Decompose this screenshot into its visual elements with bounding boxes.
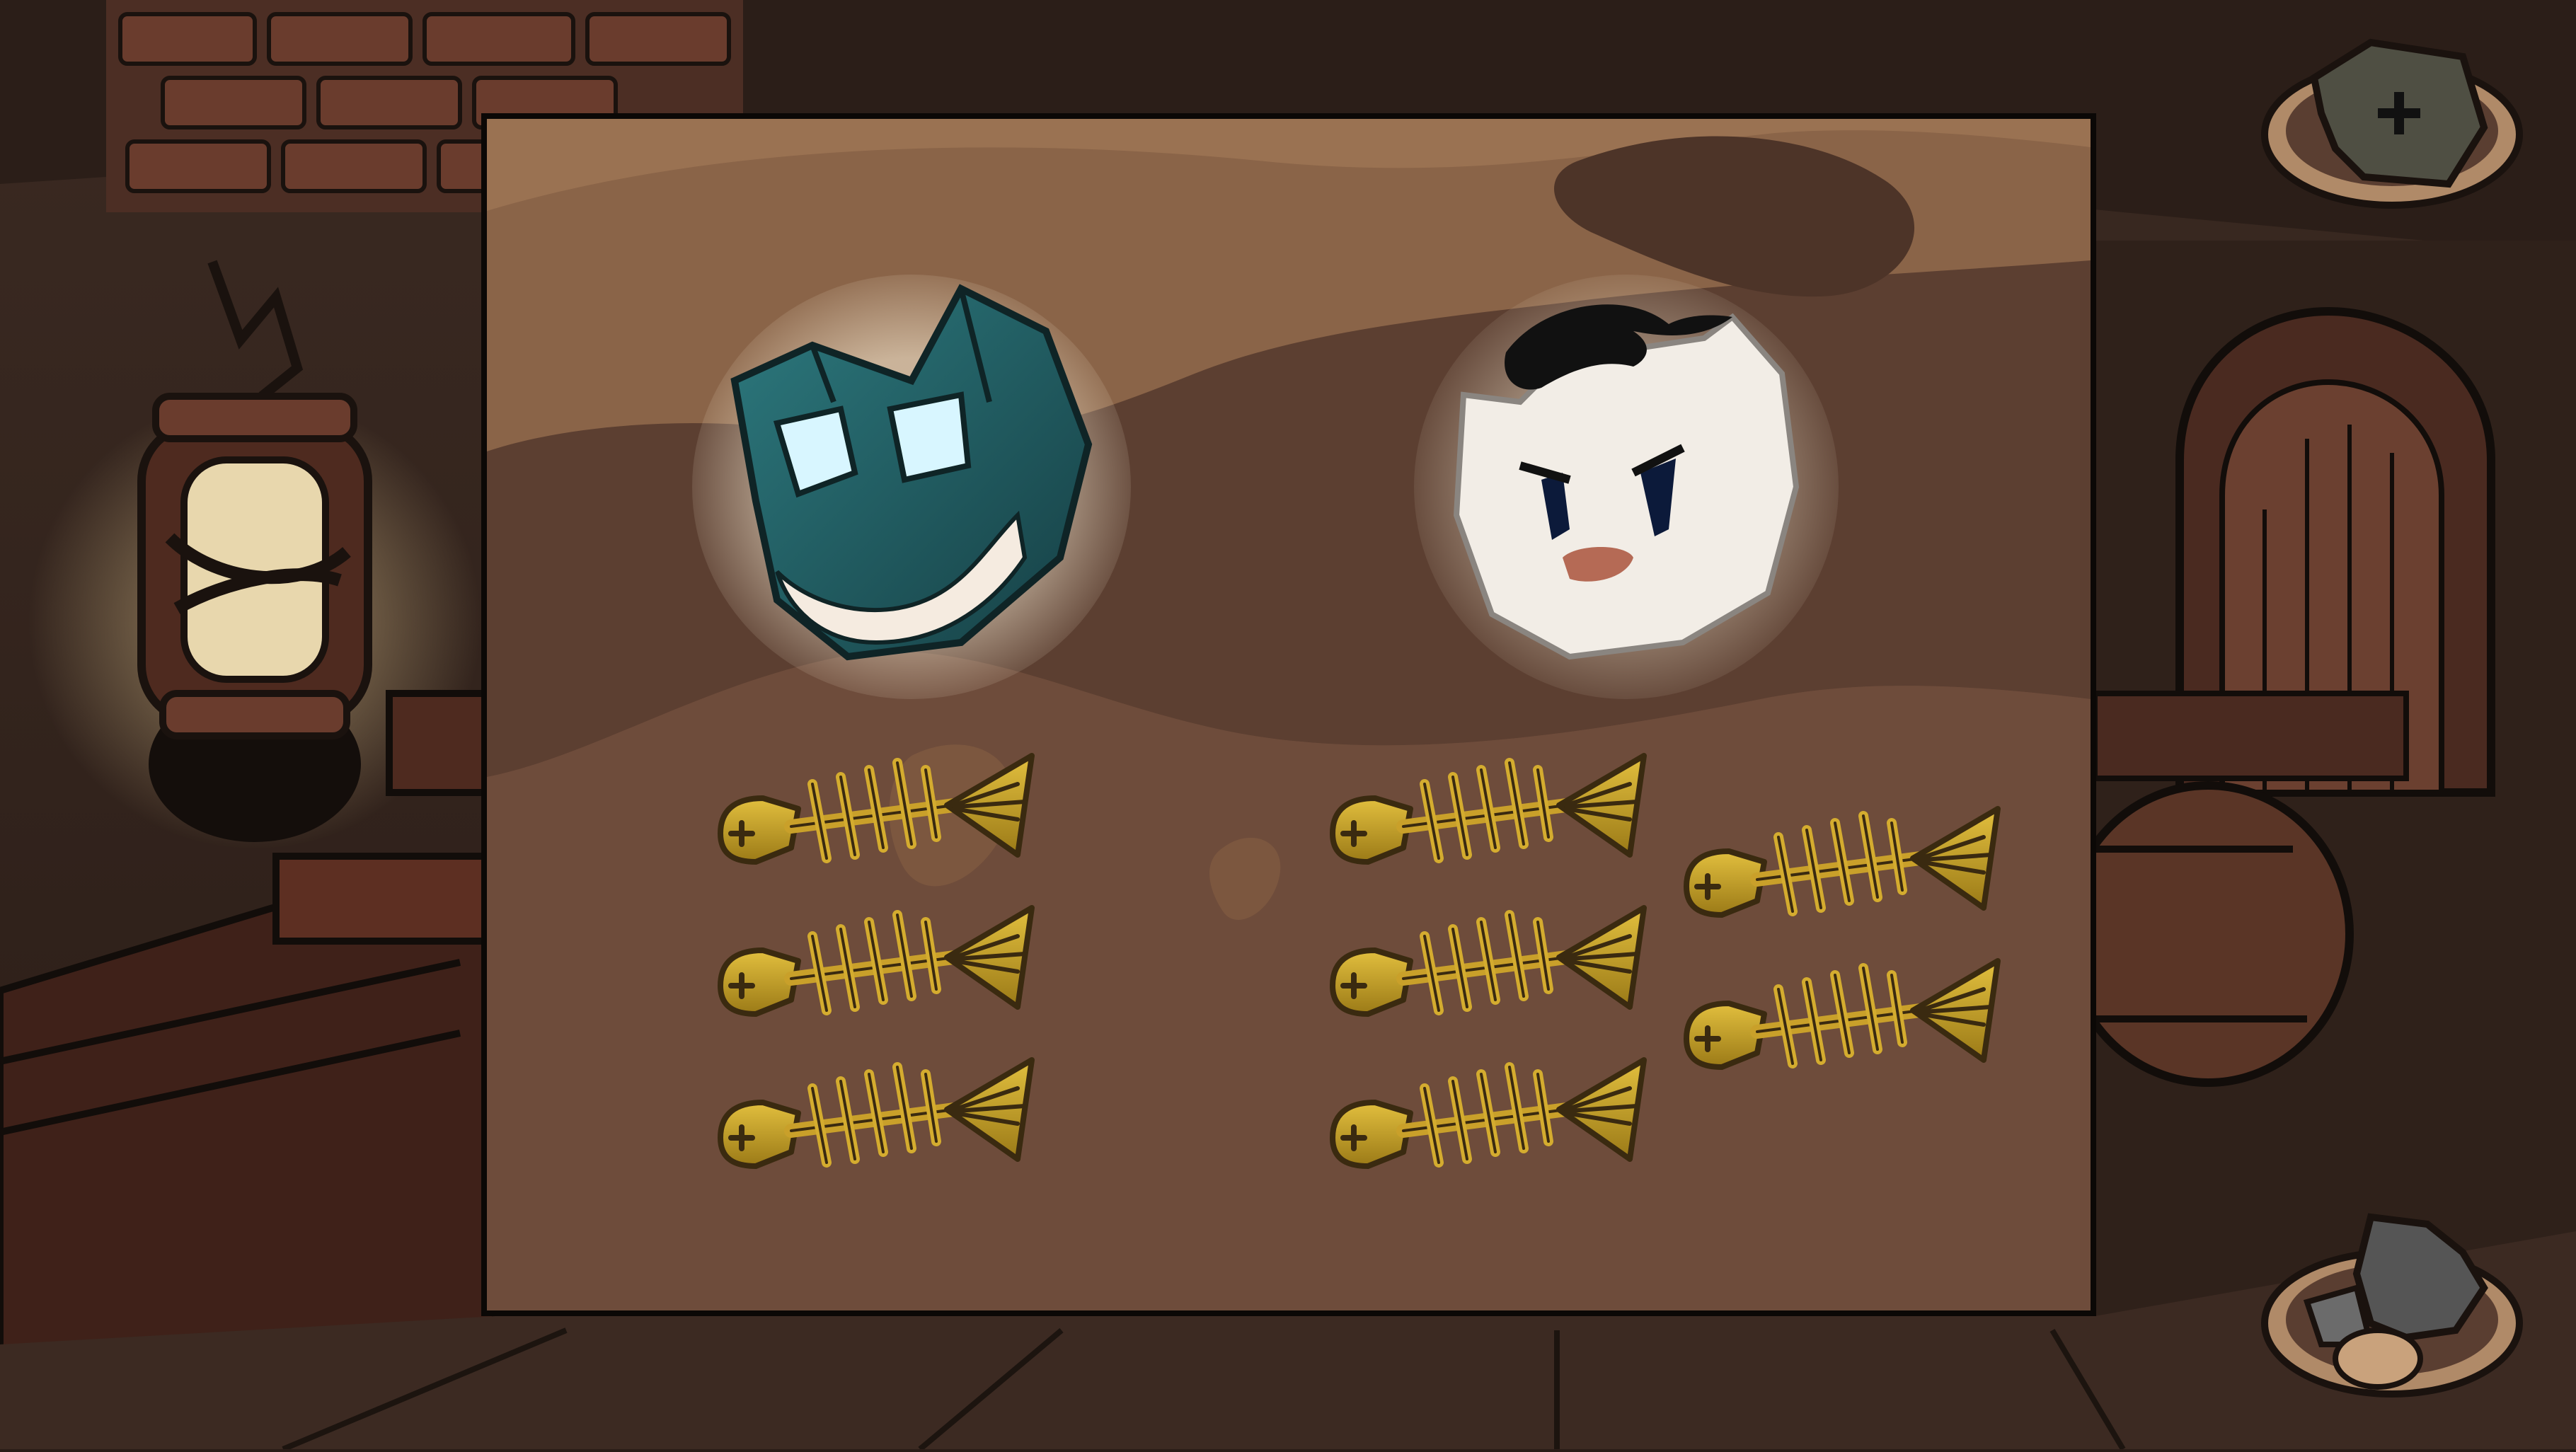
pompadour-mask-fish-cost — [1326, 742, 2033, 1251]
pompadour-mask-option[interactable] — [1400, 260, 1839, 699]
top-right-hud-button[interactable] — [2250, 28, 2534, 212]
pompadour-cat-mask-icon — [1414, 275, 1839, 699]
bat-mask-fish-cost — [713, 742, 1053, 1251]
game-scene — [0, 0, 2576, 1452]
fish-skeleton-icon — [1330, 1057, 1647, 1169]
fish-skeleton-icon — [1330, 905, 1647, 1017]
fish-skeleton-icon — [718, 1057, 1035, 1169]
broken-mask-plate-icon — [2261, 38, 2523, 209]
bottom-right-hud-button[interactable] — [2250, 1203, 2534, 1401]
fish-skeleton-icon — [1684, 806, 2001, 918]
rock-plate-icon — [2261, 1213, 2523, 1398]
bat-cat-mask-icon — [692, 275, 1131, 699]
fish-skeleton-icon — [1684, 958, 2001, 1070]
bat-mask-option[interactable] — [692, 260, 1131, 699]
fish-skeleton-icon — [1330, 753, 1647, 865]
fish-skeleton-icon — [718, 753, 1035, 865]
selection-panel — [481, 113, 2096, 1316]
fish-skeleton-icon — [718, 905, 1035, 1017]
